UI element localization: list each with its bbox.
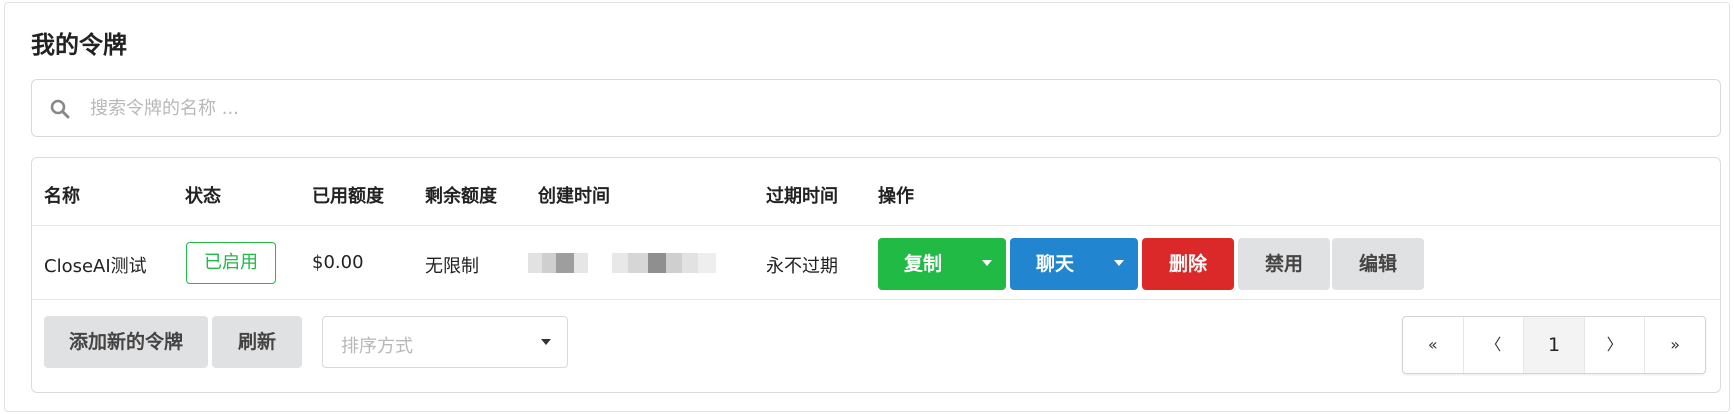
expire-time: 永不过期: [766, 256, 838, 277]
refresh-button[interactable]: 刷新: [212, 316, 302, 368]
search-input[interactable]: [90, 88, 1690, 128]
page-last-button[interactable]: »: [1645, 317, 1705, 373]
add-token-button[interactable]: 添加新的令牌: [44, 316, 208, 368]
sort-select[interactable]: 排序方式: [322, 316, 568, 368]
chevron-down-icon: [541, 339, 551, 345]
search-box[interactable]: [31, 79, 1721, 137]
delete-button[interactable]: 删除: [1142, 238, 1234, 290]
search-icon: [50, 99, 70, 119]
page-next-button[interactable]: 〉: [1585, 317, 1646, 373]
token-name: CloseAI测试: [44, 256, 147, 277]
tokens-table: 名称 状态 已用额度 剩余额度 创建时间 过期时间 操作 CloseAI测试 已…: [31, 157, 1721, 393]
header-actions: 操作: [878, 186, 914, 207]
page-first-button[interactable]: «: [1403, 317, 1464, 373]
header-expire-time: 过期时间: [766, 186, 838, 207]
header-remaining-quota: 剩余额度: [425, 186, 497, 207]
table-row: CloseAI测试 已启用 $0.00 无限制 永不过期 复制 聊天 删除 禁用…: [32, 226, 1720, 300]
header-used-quota: 已用额度: [312, 186, 384, 207]
copy-button-label[interactable]: 复制: [878, 238, 968, 290]
pagination: « 〈 1 〉 »: [1402, 316, 1706, 374]
page-prev-button[interactable]: 〈: [1464, 317, 1525, 373]
header-name: 名称: [44, 186, 80, 207]
copy-split-button[interactable]: 复制: [878, 238, 1006, 290]
disable-button[interactable]: 禁用: [1238, 238, 1330, 290]
table-header: 名称 状态 已用额度 剩余额度 创建时间 过期时间 操作: [32, 158, 1720, 226]
header-created-time: 创建时间: [538, 186, 610, 207]
sort-placeholder: 排序方式: [341, 336, 413, 357]
chat-button-label[interactable]: 聊天: [1010, 238, 1100, 290]
page-title: 我的令牌: [31, 31, 127, 59]
remaining-quota: 无限制: [425, 256, 479, 277]
chat-split-button[interactable]: 聊天: [1010, 238, 1138, 290]
tokens-card: 我的令牌 名称 状态 已用额度 剩余额度 创建时间 过期时间 操作 CloseA…: [4, 2, 1730, 412]
status-badge: 已启用: [186, 242, 276, 284]
used-quota: $0.00: [312, 252, 364, 273]
edit-button[interactable]: 编辑: [1332, 238, 1424, 290]
header-status: 状态: [185, 186, 221, 207]
chevron-down-icon[interactable]: [1114, 260, 1124, 266]
chevron-down-icon[interactable]: [982, 260, 992, 266]
page-current-button[interactable]: 1: [1524, 317, 1585, 373]
